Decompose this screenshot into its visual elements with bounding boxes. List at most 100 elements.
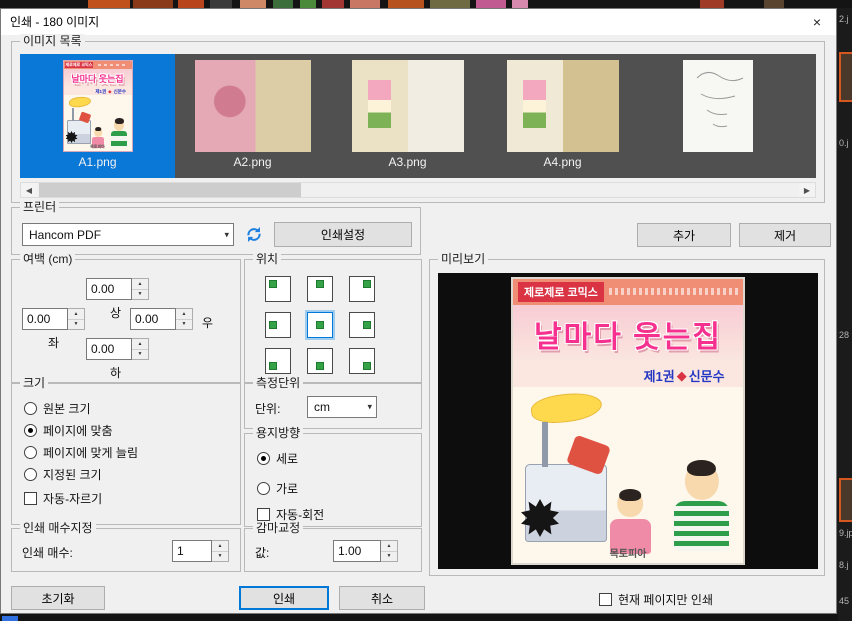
position-middle-left-button[interactable]: [265, 312, 291, 338]
margin-top-value[interactable]: 0.00: [86, 278, 132, 300]
checkbox-current-page-only[interactable]: 현재 페이지만 인쇄: [599, 591, 713, 608]
margin-bottom-value[interactable]: 0.00: [86, 338, 132, 360]
spin-down-icon[interactable]: ▼: [381, 552, 397, 562]
refresh-printers-button[interactable]: [240, 223, 268, 246]
radio-portrait[interactable]: 세로: [257, 450, 298, 467]
dialog-titlebar[interactable]: 인쇄 - 180 이미지 ×: [1, 9, 836, 35]
position-center-button[interactable]: [307, 312, 333, 338]
orientation-group: 용지방향 세로 가로 자동-회전: [244, 426, 422, 527]
cover-art: [513, 386, 743, 563]
spin-down-icon[interactable]: ▼: [132, 350, 148, 360]
image-item-a4[interactable]: A4.png: [485, 54, 640, 178]
position-bottom-right-button[interactable]: [349, 348, 375, 374]
cover-art: [63, 95, 132, 151]
close-button[interactable]: ×: [800, 10, 834, 34]
green-square-icon: [316, 362, 324, 370]
chevron-down-icon: ▾: [224, 229, 229, 239]
unit-group: 측정단위 단위: cm ▾: [244, 376, 422, 429]
copies-spinner[interactable]: 1 ▲ ▼: [172, 540, 229, 562]
margin-right-value[interactable]: 0.00: [130, 308, 176, 330]
filename-fragment: 0.j: [839, 138, 849, 148]
spin-down-icon[interactable]: ▼: [68, 320, 84, 330]
spin-up-icon[interactable]: ▲: [381, 541, 397, 552]
background-bottom-strip: [0, 614, 838, 621]
speech-bubble: [530, 390, 604, 426]
unit-select[interactable]: cm ▾: [307, 396, 377, 418]
thumbnail-a4: [506, 60, 619, 152]
position-group: 위치: [244, 252, 422, 383]
background-thumbnail: [322, 0, 344, 8]
image-item-a2[interactable]: A2.png: [175, 54, 330, 178]
radio-original-size[interactable]: 원본 크기: [24, 400, 91, 417]
position-top-right-button[interactable]: [349, 276, 375, 302]
radio-icon: [257, 452, 270, 465]
spin-down-icon[interactable]: ▼: [212, 552, 228, 562]
scrollbar-track[interactable]: [37, 183, 799, 197]
cover-title: 날마다 웃는집: [513, 304, 743, 365]
thumbnail-b001: [682, 60, 753, 152]
gamma-label: 값:: [255, 546, 270, 560]
scroll-right-button[interactable]: ▶: [799, 183, 815, 197]
radio-fit-to-page[interactable]: 페이지에 맞춤: [24, 422, 113, 439]
image-item-partial[interactable]: [795, 54, 816, 178]
spin-up-icon[interactable]: ▲: [132, 339, 148, 350]
margin-top-label: 상: [110, 306, 122, 320]
margin-bottom-spinner[interactable]: 0.00 ▲ ▼: [86, 338, 149, 360]
image-item-b001[interactable]: [640, 54, 795, 178]
margin-left-value[interactable]: 0.00: [22, 308, 68, 330]
cover-volume-no: 제1권: [95, 88, 107, 94]
margin-left-spinner[interactable]: 0.00 ▲ ▼: [22, 308, 85, 330]
filename-fragment: 8.j: [839, 560, 849, 570]
background-thumbnail: [430, 0, 470, 8]
margin-left-label: 좌: [48, 336, 60, 350]
size-group-label: 크기: [20, 376, 49, 390]
spin-up-icon[interactable]: ▲: [176, 309, 192, 320]
radio-specified-size[interactable]: 지정된 크기: [24, 466, 102, 483]
position-middle-right-button[interactable]: [349, 312, 375, 338]
radio-stretch-to-page[interactable]: 페이지에 맞게 늘림: [24, 444, 138, 461]
checkbox-auto-crop[interactable]: 자동-자르기: [24, 490, 102, 507]
print-button[interactable]: 인쇄: [239, 586, 329, 610]
spin-down-icon[interactable]: ▼: [132, 290, 148, 300]
size-group: 크기 원본 크기 페이지에 맞춤 페이지에 맞게 늘림 지정된 크기 자동-자르…: [11, 376, 241, 525]
spin-up-icon[interactable]: ▲: [68, 309, 84, 320]
image-list-scrollbar[interactable]: ◀ ▶: [20, 182, 816, 198]
close-icon: ×: [812, 14, 822, 30]
image-item-a1[interactable]: 제로제로 코믹스 날마다 웃는집 제1권 ◆ 신문수 목토피아 A1.png: [20, 54, 175, 178]
remove-button[interactable]: 제거: [739, 223, 831, 247]
reset-button[interactable]: 초기화: [11, 586, 105, 610]
spin-up-icon[interactable]: ▲: [132, 279, 148, 290]
print-settings-button[interactable]: 인쇄설정: [274, 222, 412, 247]
orientation-group-label: 용지방향: [253, 426, 304, 440]
spin-down-icon[interactable]: ▼: [176, 320, 192, 330]
position-top-left-button[interactable]: [265, 276, 291, 302]
gamma-value[interactable]: 1.00: [333, 540, 381, 562]
spin-up-icon[interactable]: ▲: [212, 541, 228, 552]
margins-group: 여백 (cm) 0.00 ▲ ▼ 상 0.00 ▲ ▼ 좌 0.00 ▲ ▼ 우 0.…: [11, 252, 241, 383]
scrollbar-thumb[interactable]: [39, 183, 301, 197]
add-button[interactable]: 추가: [637, 223, 731, 247]
radio-landscape[interactable]: 가로: [257, 480, 298, 497]
radio-icon: [24, 446, 37, 459]
filename-fragment: 45: [839, 596, 850, 606]
printer-select[interactable]: Hancom PDF ▾: [22, 223, 234, 246]
margin-top-spinner[interactable]: 0.00 ▲ ▼: [86, 278, 149, 300]
position-top-center-button[interactable]: [307, 276, 333, 302]
image-item-a3[interactable]: A3.png: [330, 54, 485, 178]
filename-fragment: 2.j: [839, 14, 849, 24]
cancel-button[interactable]: 취소: [339, 586, 425, 610]
margins-group-label: 여백 (cm): [20, 252, 76, 266]
diamond-icon: ◆: [676, 367, 687, 383]
preview-group: 미리보기 제로제로 코믹스 날마다 웃는집 제1권 ◆ 신문수 목토피아: [429, 252, 825, 576]
position-bottom-center-button[interactable]: [307, 348, 333, 374]
margin-right-spinner[interactable]: 0.00 ▲ ▼: [130, 308, 193, 330]
position-bottom-left-button[interactable]: [265, 348, 291, 374]
image-list[interactable]: 제로제로 코믹스 날마다 웃는집 제1권 ◆ 신문수 목토피아 A1.png A…: [20, 54, 816, 178]
background-thumbnail: [839, 52, 852, 102]
printer-selected-value: Hancom PDF: [29, 227, 102, 242]
gamma-spinner[interactable]: 1.00 ▲ ▼: [333, 540, 398, 562]
copies-value[interactable]: 1: [172, 540, 212, 562]
checkbox-label: 현재 페이지만 인쇄: [618, 593, 713, 607]
scroll-left-button[interactable]: ◀: [21, 183, 37, 197]
background-thumbnail: [839, 478, 852, 522]
